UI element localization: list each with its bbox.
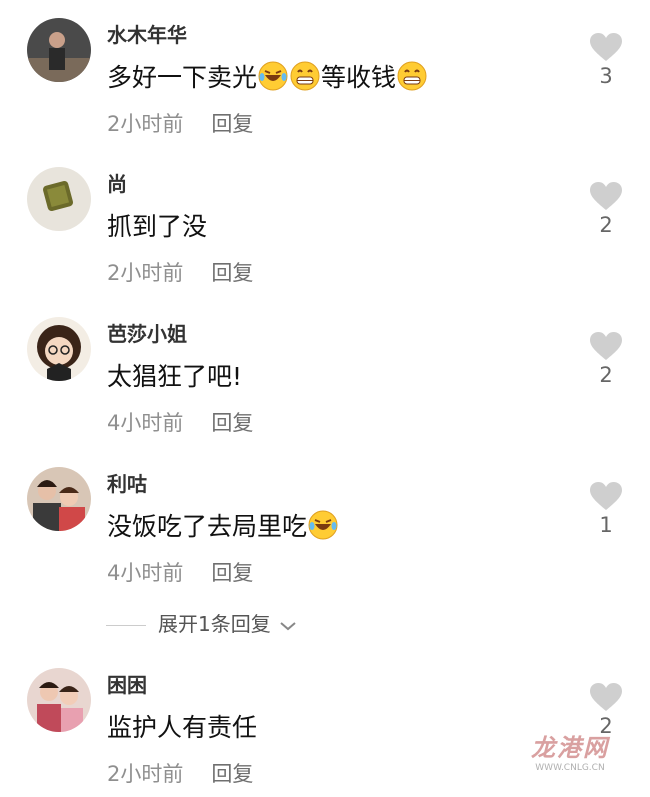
expand-replies-button[interactable]: 展开1条回复 bbox=[106, 608, 297, 637]
comment-text-part: 多好一下卖光 bbox=[107, 63, 258, 92]
reply-button[interactable]: 回复 bbox=[211, 261, 253, 285]
like-count: 1 bbox=[599, 513, 613, 537]
reply-button[interactable]: 回复 bbox=[211, 411, 253, 435]
heart-icon bbox=[590, 332, 622, 360]
comment-text-part: 等收钱 bbox=[321, 63, 397, 92]
comment-text: 多好一下卖光 等收钱 bbox=[107, 58, 428, 94]
comment-text: 监护人有责任 bbox=[107, 713, 258, 742]
reply-button[interactable]: 回复 bbox=[211, 112, 253, 136]
comment-meta: 2小时前 回复 bbox=[107, 257, 253, 287]
like-button[interactable]: 3 bbox=[586, 32, 626, 88]
avatar[interactable] bbox=[27, 18, 91, 82]
laughing-tears-emoji-icon bbox=[308, 510, 338, 540]
username[interactable]: 芭莎小姐 bbox=[107, 318, 187, 347]
divider bbox=[106, 625, 146, 626]
grinning-emoji-icon bbox=[397, 61, 427, 91]
watermark-url: WWW.CNLG.CN bbox=[535, 763, 605, 773]
laughing-tears-emoji-icon bbox=[258, 61, 288, 91]
username[interactable]: 尚 bbox=[107, 168, 127, 197]
chevron-down-icon bbox=[280, 621, 296, 630]
like-count: 2 bbox=[599, 363, 613, 387]
comment-meta: 2小时前 回复 bbox=[107, 758, 253, 788]
avatar[interactable] bbox=[27, 317, 91, 381]
like-count: 3 bbox=[599, 64, 613, 88]
like-button[interactable]: 2 bbox=[586, 331, 626, 387]
timestamp: 4小时前 bbox=[107, 561, 184, 585]
heart-icon bbox=[590, 482, 622, 510]
comment-text: 没饭吃了去局里吃 bbox=[107, 507, 339, 543]
comment-meta: 4小时前 回复 bbox=[107, 407, 253, 437]
watermark-logo: 龙港网 bbox=[531, 734, 609, 762]
reply-button[interactable]: 回复 bbox=[211, 561, 253, 585]
avatar[interactable] bbox=[27, 668, 91, 732]
comment-text: 抓到了没 bbox=[107, 212, 208, 241]
timestamp: 2小时前 bbox=[107, 762, 184, 786]
avatar[interactable] bbox=[27, 467, 91, 531]
expand-replies-label: 展开1条回复 bbox=[158, 612, 271, 636]
like-button[interactable]: 1 bbox=[586, 481, 626, 537]
heart-icon bbox=[590, 683, 622, 711]
comment-meta: 2小时前 回复 bbox=[107, 108, 253, 138]
heart-icon bbox=[590, 182, 622, 210]
like-button[interactable]: 2 bbox=[586, 181, 626, 237]
comment-text-part: 没饭吃了去局里吃 bbox=[107, 512, 308, 541]
timestamp: 2小时前 bbox=[107, 112, 184, 136]
reply-button[interactable]: 回复 bbox=[211, 762, 253, 786]
watermark: 龙港网 WWW.CNLG.CN bbox=[520, 728, 620, 773]
username[interactable]: 水木年华 bbox=[107, 19, 187, 48]
like-count: 2 bbox=[599, 213, 613, 237]
comment-meta: 4小时前 回复 bbox=[107, 557, 253, 587]
grinning-emoji-icon bbox=[290, 61, 320, 91]
username[interactable]: 困困 bbox=[107, 669, 147, 698]
avatar[interactable] bbox=[27, 167, 91, 231]
timestamp: 2小时前 bbox=[107, 261, 184, 285]
heart-icon bbox=[590, 33, 622, 61]
timestamp: 4小时前 bbox=[107, 411, 184, 435]
comment-text: 太猖狂了吧! bbox=[107, 362, 243, 391]
username[interactable]: 利咕 bbox=[107, 468, 147, 497]
